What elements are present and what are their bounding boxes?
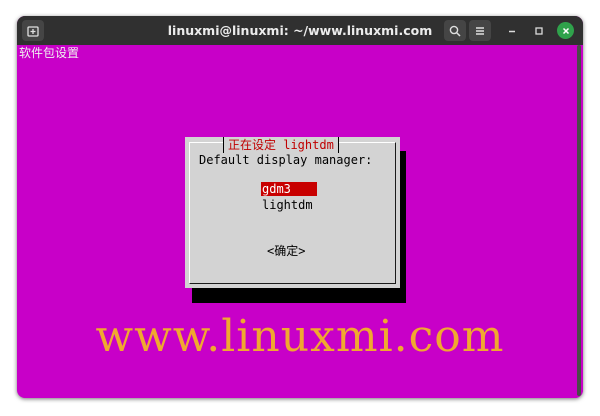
terminal-area[interactable]: 软件包设置 正在设定 lightdm Default display manag… xyxy=(17,45,583,398)
minimize-icon xyxy=(508,30,515,32)
hamburger-menu-icon xyxy=(476,26,484,35)
terminal-window: linuxmi@linuxmi: ~/www.linuxmi.com 软件包设置… xyxy=(17,16,583,398)
title-bar[interactable]: linuxmi@linuxmi: ~/www.linuxmi.com xyxy=(17,16,583,45)
dialog-title: 正在设定 lightdm xyxy=(223,137,339,153)
watermark: www.linuxmi.com xyxy=(95,311,505,362)
menu-button[interactable] xyxy=(469,20,491,41)
search-button[interactable] xyxy=(444,20,466,41)
option-lightdm[interactable]: lightdm xyxy=(261,198,317,212)
package-config-title: 软件包设置 xyxy=(19,46,80,60)
close-icon xyxy=(562,27,569,34)
window-title: linuxmi@linuxmi: ~/www.linuxmi.com xyxy=(167,23,433,38)
search-icon xyxy=(449,25,461,37)
close-button[interactable] xyxy=(557,22,574,39)
maximize-icon xyxy=(534,26,543,35)
maximize-button[interactable] xyxy=(530,22,547,39)
option-gdm3[interactable]: gdm3 xyxy=(261,182,317,196)
dialog-prompt: Default display manager: xyxy=(199,153,373,167)
minimize-button[interactable] xyxy=(503,22,520,39)
debconf-dialog: 正在设定 lightdm Default display manager: gd… xyxy=(185,137,400,288)
ok-button[interactable]: <确定> xyxy=(267,244,305,259)
scrollbar-thumb[interactable] xyxy=(577,45,581,396)
scrollbar[interactable] xyxy=(575,45,583,398)
